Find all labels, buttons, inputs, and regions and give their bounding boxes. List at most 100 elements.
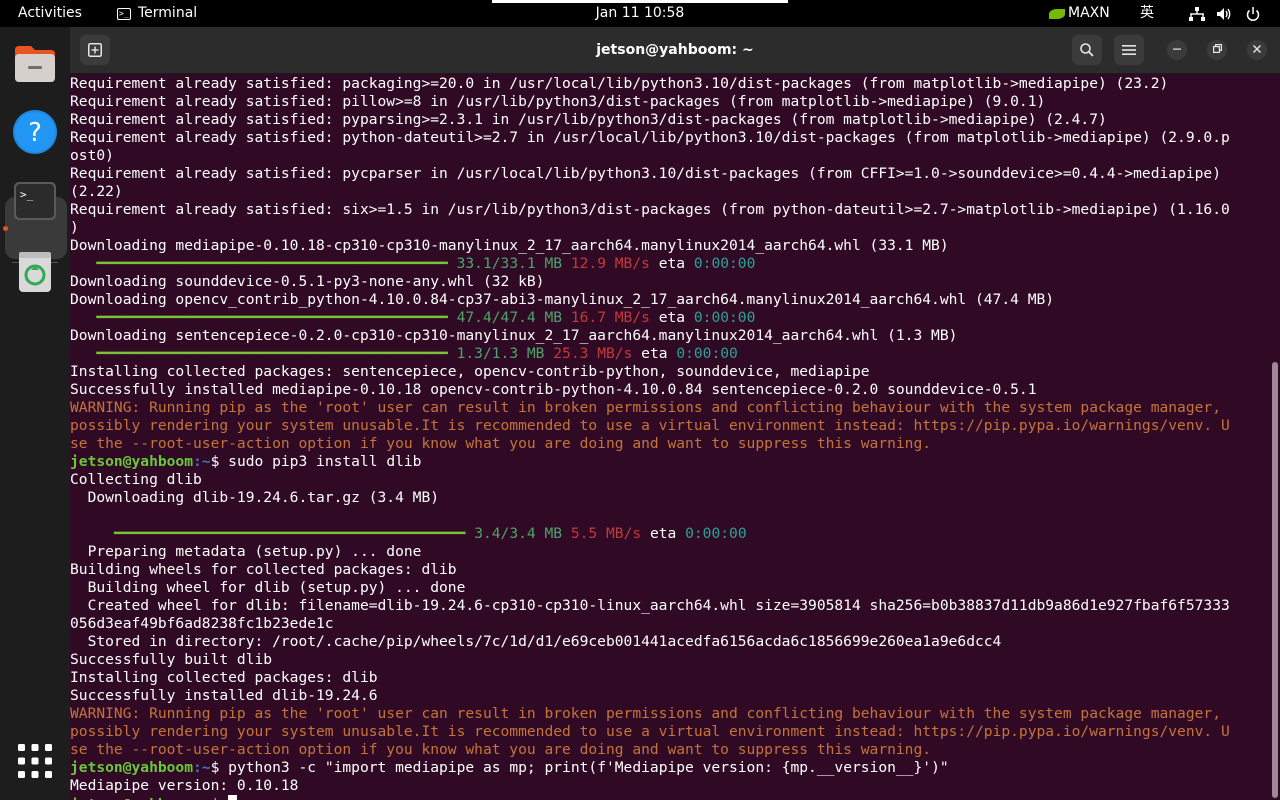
progress-speed: 16.7 MB/s bbox=[570, 309, 650, 326]
running-indicator bbox=[3, 226, 8, 231]
output-text: Downloading sentencepiece-0.2.0-cp310-cp… bbox=[70, 327, 958, 344]
terminal-line: Building wheels for collected packages: … bbox=[70, 561, 1270, 579]
output-text: Collecting dlib bbox=[70, 471, 202, 488]
terminal-line: Successfully built dlib bbox=[70, 651, 1270, 669]
search-icon bbox=[1080, 43, 1094, 57]
prompt-path: :~ bbox=[193, 453, 211, 470]
progress-size: 1.3/1.3 MB bbox=[456, 345, 545, 362]
nvidia-icon bbox=[1049, 8, 1065, 19]
output-text: Downloading sounddevice-0.5.1-py3-none-a… bbox=[70, 273, 545, 290]
output-text: Successfully installed mediapipe-0.10.18… bbox=[70, 381, 1037, 398]
terminal-line: Requirement already satisfied: pycparser… bbox=[70, 165, 1270, 183]
progress-eta-label: eta bbox=[658, 309, 686, 326]
output-text: Downloading dlib-19.24.6.tar.gz (3.4 MB) bbox=[70, 489, 440, 506]
prompt-user: jetson@yahboom bbox=[70, 796, 193, 800]
progress-size: 33.1/33.1 MB bbox=[456, 255, 563, 272]
prompt-symbol: $ bbox=[210, 759, 229, 776]
output-text: Requirement already satisfied: six>=1.5 … bbox=[70, 201, 1230, 218]
progress-size: 3.4/3.4 MB bbox=[474, 525, 563, 542]
terminal-line: Requirement already satisfied: python-da… bbox=[70, 129, 1270, 147]
minimize-button[interactable] bbox=[1167, 40, 1187, 60]
app-menu-terminal[interactable]: >_ Terminal bbox=[117, 0, 197, 27]
command-text: python3 -c "import mediapipe as mp; prin… bbox=[228, 759, 949, 776]
top-bar-highlight bbox=[492, 0, 788, 3]
close-button[interactable] bbox=[1247, 40, 1267, 60]
system-menu[interactable] bbox=[1189, 0, 1261, 27]
power-icon bbox=[1246, 6, 1260, 21]
close-icon bbox=[1253, 45, 1261, 53]
prompt-symbol: $ bbox=[210, 453, 229, 470]
terminal-line: Installing collected packages: sentencep… bbox=[70, 363, 1270, 381]
terminal-output[interactable]: Requirement already satisfied: packaging… bbox=[70, 75, 1270, 800]
volume-icon bbox=[1217, 7, 1231, 20]
output-text: Successfully installed dlib-19.24.6 bbox=[70, 687, 378, 704]
warning-line: se the --root-user-action option if you … bbox=[70, 435, 1270, 453]
warning-line: WARNING: Running pip as the 'root' user … bbox=[70, 399, 1270, 417]
output-text: Requirement already satisfied: pillow>=8… bbox=[70, 93, 1046, 110]
output-text: (2.22) bbox=[70, 183, 123, 200]
terminal-line: Requirement already satisfied: packaging… bbox=[70, 75, 1270, 93]
restore-icon bbox=[1212, 44, 1222, 54]
warning-text: WARNING: Running pip as the 'root' user … bbox=[70, 399, 1221, 416]
terminal-line: (2.22) bbox=[70, 183, 1270, 201]
prompt-user: jetson@yahboom bbox=[70, 759, 194, 776]
terminal-line: Downloading dlib-19.24.6.tar.gz (3.4 MB) bbox=[70, 489, 1270, 507]
progress-indent bbox=[70, 525, 114, 542]
progress-eta: 0:00:00 bbox=[693, 309, 756, 326]
terminal-line: Preparing metadata (setup.py) ... done bbox=[70, 543, 1270, 561]
app-grid-icon[interactable] bbox=[12, 738, 58, 784]
help-icon[interactable]: ? bbox=[12, 109, 58, 155]
warning-line: WARNING: Running pip as the 'root' user … bbox=[70, 705, 1270, 723]
prompt-line: jetson@yahboom:~$ python3 -c "import med… bbox=[70, 759, 1270, 777]
top-bar: Activities >_ Terminal Jan 11 10:58 MAXN… bbox=[0, 0, 1280, 27]
terminal-line: Installing collected packages: dlib bbox=[70, 669, 1270, 687]
terminal-icon: >_ bbox=[117, 7, 131, 20]
terminal-icon[interactable]: >_ bbox=[12, 178, 58, 224]
output-text: Installing collected packages: dlib bbox=[70, 669, 378, 686]
warning-text: possibly rendering your system unusable.… bbox=[70, 417, 1230, 434]
output-text: Stored in directory: /root/.cache/pip/wh… bbox=[70, 633, 1002, 650]
trash-icon[interactable] bbox=[12, 248, 58, 294]
output-text: ost0) bbox=[70, 147, 114, 164]
terminal-line: Requirement already satisfied: pillow>=8… bbox=[70, 93, 1270, 111]
warning-text: se the --root-user-action option if you … bbox=[70, 435, 932, 452]
new-tab-button[interactable] bbox=[80, 35, 110, 65]
progress-eta: 0:00:00 bbox=[685, 525, 747, 542]
output-text: Mediapipe version: 0.10.18 bbox=[70, 777, 299, 794]
progress-indent bbox=[70, 255, 96, 272]
header-bar: jetson@yahboom: ~ bbox=[70, 27, 1280, 74]
progress-speed: 12.9 MB/s bbox=[570, 255, 650, 272]
menu-button[interactable] bbox=[1114, 35, 1144, 65]
warning-text: possibly rendering your system unusable.… bbox=[70, 723, 1230, 740]
power-mode-indicator[interactable]: MAXN bbox=[1049, 0, 1110, 27]
hamburger-icon bbox=[1122, 45, 1136, 55]
terminal-line: Requirement already satisfied: six>=1.5 … bbox=[70, 201, 1270, 219]
terminal-line: Successfully installed mediapipe-0.10.18… bbox=[70, 381, 1270, 399]
terminal-line: Downloading sentencepiece-0.2.0-cp310-cp… bbox=[70, 327, 1270, 345]
app-menu-label: Terminal bbox=[138, 5, 198, 21]
progress-bar: ━━━━━━━━━━━━━━━━━━━━━━━━━━━━━━━━━━━━━━━━ bbox=[96, 345, 448, 362]
output-text: Requirement already satisfied: pycparser… bbox=[70, 165, 1221, 182]
svg-text:>_: >_ bbox=[20, 188, 34, 201]
minimize-icon bbox=[1173, 48, 1181, 50]
text-cursor bbox=[228, 795, 238, 800]
output-text: Building wheel for dlib (setup.py) ... d… bbox=[70, 579, 466, 596]
output-text: Created wheel for dlib: filename=dlib-19… bbox=[70, 597, 1230, 614]
scrollbar[interactable] bbox=[1272, 362, 1278, 798]
progress-line: ━━━━━━━━━━━━━━━━━━━━━━━━━━━━━━━━━━━━━━━━… bbox=[70, 525, 1270, 543]
progress-indent bbox=[70, 345, 96, 362]
progress-indent bbox=[70, 309, 96, 326]
progress-size: 47.4/47.4 MB bbox=[456, 309, 563, 326]
clock[interactable]: Jan 11 10:58 bbox=[596, 5, 685, 21]
search-button[interactable] bbox=[1072, 35, 1102, 65]
output-text: Downloading mediapipe-0.10.18-cp310-cp31… bbox=[70, 237, 949, 254]
maximize-button[interactable] bbox=[1207, 40, 1227, 60]
warning-line: possibly rendering your system unusable.… bbox=[70, 417, 1270, 435]
input-method-indicator[interactable]: 英 bbox=[1140, 0, 1154, 27]
output-text: Downloading opencv_contrib_python-4.10.0… bbox=[70, 291, 1055, 308]
terminal-line: ) bbox=[70, 219, 1270, 237]
progress-line: ━━━━━━━━━━━━━━━━━━━━━━━━━━━━━━━━━━━━━━━━… bbox=[70, 255, 1270, 273]
activities-button[interactable]: Activities bbox=[18, 0, 82, 27]
files-icon[interactable] bbox=[12, 40, 58, 86]
terminal-line: ost0) bbox=[70, 147, 1270, 165]
